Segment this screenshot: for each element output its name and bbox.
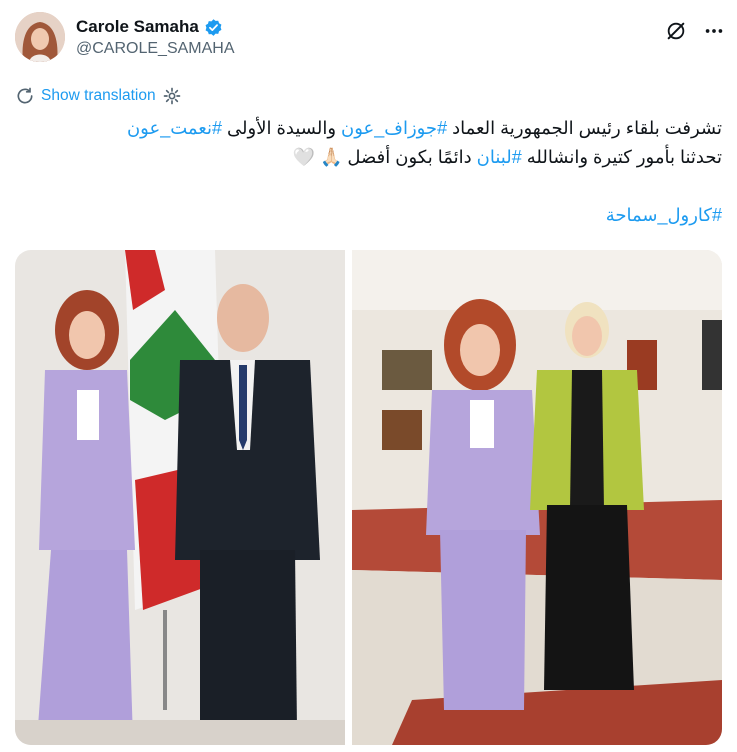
hashtag-neemat-aoun[interactable]: #نعمت_عون	[127, 118, 222, 138]
display-name[interactable]: Carole Samaha	[76, 16, 235, 38]
hashtag-carole-samaha[interactable]: #كارول_سماحة	[606, 205, 722, 225]
user-handle[interactable]: @CAROLE_SAMAHA	[76, 38, 235, 60]
tweet-spacer	[15, 172, 722, 201]
gear-icon[interactable]	[162, 86, 182, 106]
emoji: 🙏🏻 🤍	[292, 147, 343, 167]
show-translation-label[interactable]: Show translation	[41, 87, 156, 105]
hashtag-lebanon[interactable]: #لبنان	[477, 147, 522, 167]
hashtag-joseph-aoun[interactable]: #جوزاف_عون	[341, 118, 447, 138]
tweet-line-2: تحدثنا بأمور كتيرة وانشالله #لبنان دائمً…	[292, 147, 722, 167]
tweet-text: تشرفت بلقاء رئيس الجمهورية العماد #جوزاف…	[15, 114, 722, 230]
tweet-line-1: تشرفت بلقاء رئيس الجمهورية العماد #جوزاف…	[126, 118, 722, 138]
more-icon[interactable]	[701, 18, 727, 44]
profile-avatar[interactable]	[15, 12, 65, 62]
verified-badge-icon	[204, 18, 223, 37]
photo-with-first-lady[interactable]	[352, 250, 722, 745]
media-grid	[15, 250, 722, 745]
show-translation[interactable]: Show translation	[15, 86, 182, 106]
photo-with-president[interactable]	[15, 250, 345, 745]
translate-icon	[15, 86, 35, 106]
grok-icon[interactable]	[663, 18, 689, 44]
tweet-line-3: #كارول_سماحة	[15, 201, 722, 230]
tweet-header: Carole Samaha @CAROLE_SAMAHA	[15, 12, 727, 68]
